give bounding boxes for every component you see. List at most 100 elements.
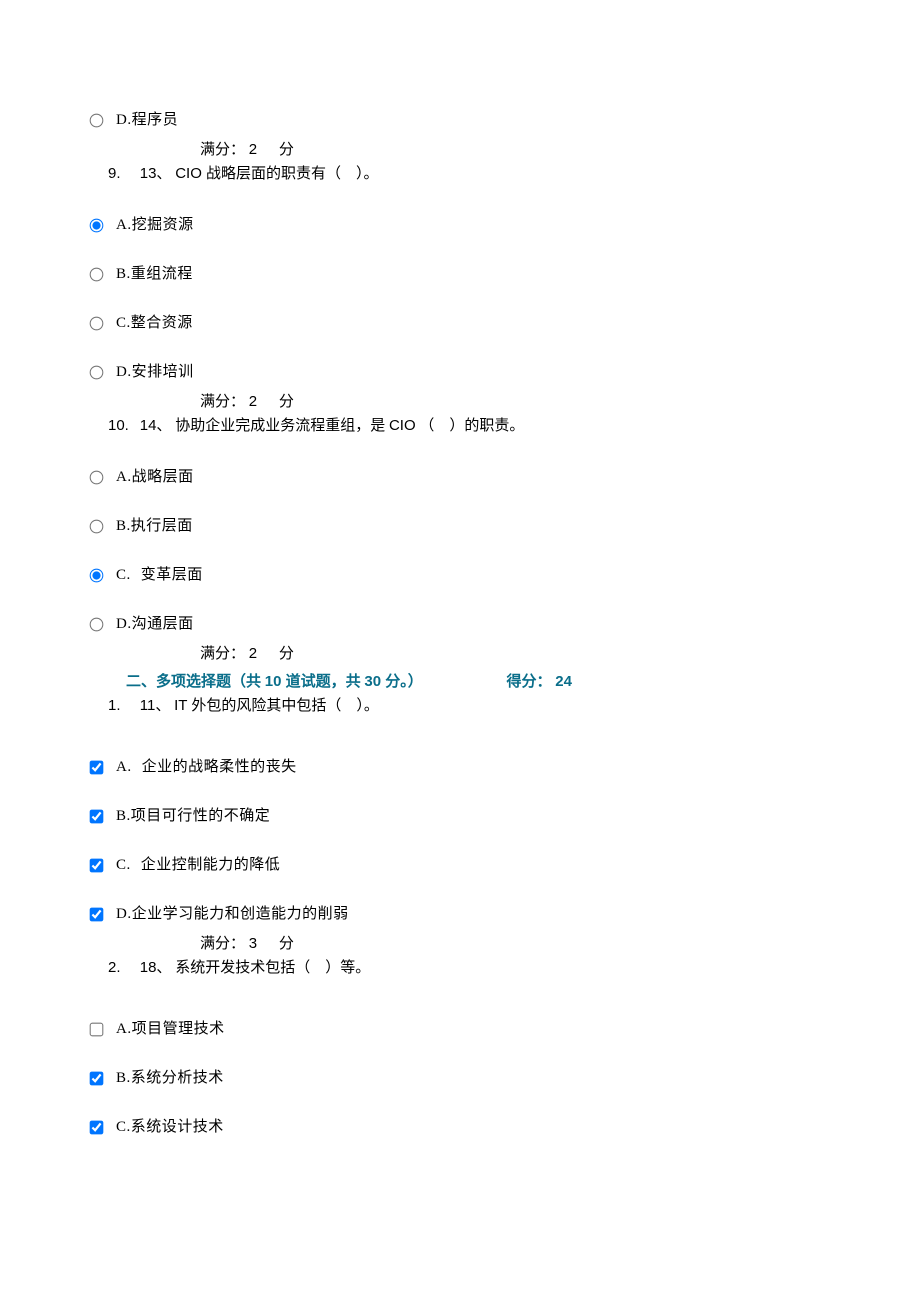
radio-input[interactable] <box>90 268 104 282</box>
checkbox-icon[interactable] <box>90 810 114 823</box>
mq1-option-c: C. 企业控制能力的降低 <box>90 855 830 876</box>
radio-icon[interactable] <box>90 618 114 631</box>
option-letter: D. <box>116 904 132 925</box>
checkbox-icon[interactable] <box>90 1121 114 1134</box>
question-stem-a: 协助企业完成业务流程重组，是 <box>175 418 385 434</box>
section-score-value: 24 <box>555 673 572 690</box>
score-suffix: 分 <box>279 936 294 952</box>
section-2-header: 二、多项选择题（共 10 道试题，共 30 分。） 得分： 24 <box>126 671 830 693</box>
radio-icon[interactable] <box>90 520 114 533</box>
radio-icon[interactable] <box>90 219 114 232</box>
question-stem-c: （ ）的职责。 <box>419 418 524 434</box>
radio-icon[interactable] <box>90 471 114 484</box>
radio-icon[interactable] <box>90 317 114 330</box>
radio-input[interactable] <box>90 520 104 534</box>
checkbox-icon[interactable] <box>90 761 114 774</box>
section-count: 10 <box>265 673 286 690</box>
question-number: 18、 <box>140 959 172 976</box>
q10-option-a: A. 战略层面 <box>90 467 830 488</box>
option-text: 沟通层面 <box>132 614 194 635</box>
section-title-c: 分。） <box>385 674 423 690</box>
checkbox-input[interactable] <box>90 810 104 824</box>
multi-question-2: 2. 18、 系统开发技术包括（ ）等。 <box>108 957 830 979</box>
radio-input[interactable] <box>90 569 104 583</box>
option-letter: C. <box>116 313 131 334</box>
q9-option-d: D. 安排培训 <box>90 362 830 383</box>
mq1-option-b: B. 项目可行性的不确定 <box>90 806 830 827</box>
score-prefix: 满分： <box>200 142 245 158</box>
radio-input[interactable] <box>90 366 104 380</box>
option-text: 重组流程 <box>131 264 193 285</box>
question-stem-b: 外包的风险其中包括（ ）。 <box>191 698 379 714</box>
radio-icon[interactable] <box>90 366 114 379</box>
radio-input[interactable] <box>90 114 104 128</box>
multi-question-1: 1. 11、 IT 外包的风险其中包括（ ）。 <box>108 695 830 717</box>
option-letter: C. <box>116 1117 131 1138</box>
question-stem-b: CIO <box>389 417 416 434</box>
checkbox-input[interactable] <box>90 1072 104 1086</box>
mq2-option-a: A. 项目管理技术 <box>90 1019 830 1040</box>
radio-input[interactable] <box>90 618 104 632</box>
score-prefix: 满分： <box>200 936 245 952</box>
question-stem: 系统开发技术包括（ ）等。 <box>175 960 370 976</box>
checkbox-input[interactable] <box>90 859 104 873</box>
checkbox-icon[interactable] <box>90 908 114 921</box>
question-number: 13、 <box>140 165 172 182</box>
option-letter: B. <box>116 264 131 285</box>
score-line: 满分： 2 分 <box>200 391 830 413</box>
checkbox-input[interactable] <box>90 908 104 922</box>
section-title-b: 道试题，共 <box>286 674 361 690</box>
radio-icon[interactable] <box>90 114 114 127</box>
score-value: 3 <box>249 935 257 952</box>
option-text: 企业控制能力的降低 <box>141 855 281 876</box>
option-letter: C. <box>116 855 131 876</box>
radio-icon[interactable] <box>90 569 114 582</box>
option-letter: C. <box>116 565 131 586</box>
q-prev-option-d: D. 程序员 <box>90 110 830 131</box>
section-score-label: 得分： <box>507 674 552 690</box>
checkbox-icon[interactable] <box>90 859 114 872</box>
option-text: 项目可行性的不确定 <box>131 806 271 827</box>
checkbox-input[interactable] <box>90 1023 104 1037</box>
option-letter: D. <box>116 362 132 383</box>
option-text: 企业学习能力和创造能力的削弱 <box>132 904 349 925</box>
section-points: 30 <box>364 673 385 690</box>
checkbox-icon[interactable] <box>90 1072 114 1085</box>
radio-input[interactable] <box>90 317 104 331</box>
option-text: 变革层面 <box>141 565 203 586</box>
option-letter: B. <box>116 1068 131 1089</box>
option-text: 整合资源 <box>131 313 193 334</box>
score-suffix: 分 <box>279 646 294 662</box>
option-letter: B. <box>116 516 131 537</box>
option-letter: B. <box>116 806 131 827</box>
mq2-option-c: C. 系统设计技术 <box>90 1117 830 1138</box>
radio-input[interactable] <box>90 471 104 485</box>
option-text: 执行层面 <box>131 516 193 537</box>
option-text: 挖掘资源 <box>132 215 194 236</box>
checkbox-icon[interactable] <box>90 1023 114 1036</box>
radio-icon[interactable] <box>90 268 114 281</box>
question-index: 10. <box>108 415 136 436</box>
radio-input[interactable] <box>90 219 104 233</box>
option-letter: D. <box>116 614 132 635</box>
option-text: 项目管理技术 <box>132 1019 225 1040</box>
score-line: 满分： 3 分 <box>200 933 830 955</box>
q10-option-d: D. 沟通层面 <box>90 614 830 635</box>
checkbox-input[interactable] <box>90 761 104 775</box>
option-text: 程序员 <box>132 110 179 131</box>
question-9: 9. 13、 CIO 战略层面的职责有（ ）。 <box>108 163 830 185</box>
score-suffix: 分 <box>279 142 294 158</box>
question-index: 1. <box>108 695 136 716</box>
q10-option-c: C. 变革层面 <box>90 565 830 586</box>
option-letter: A. <box>116 467 132 488</box>
mq1-option-a: A. 企业的战略柔性的丧失 <box>90 757 830 778</box>
option-text: 安排培训 <box>132 362 194 383</box>
question-stem-b: 战略层面的职责有（ ）。 <box>206 166 379 182</box>
checkbox-input[interactable] <box>90 1121 104 1135</box>
score-prefix: 满分： <box>200 646 245 662</box>
score-value: 2 <box>249 141 257 158</box>
score-suffix: 分 <box>279 394 294 410</box>
option-text: 战略层面 <box>132 467 194 488</box>
question-index: 2. <box>108 957 136 978</box>
option-text: 系统设计技术 <box>131 1117 224 1138</box>
